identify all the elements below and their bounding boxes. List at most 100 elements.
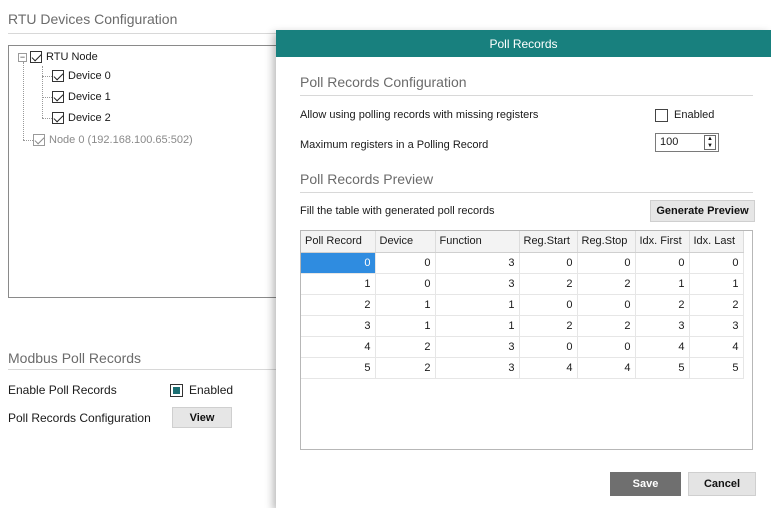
rtu-node-checkbox[interactable] [30, 51, 42, 63]
tree-node-label: Device 2 [68, 112, 111, 124]
tree-node-node-0[interactable]: Node 0 (192.168.100.65:502) [33, 132, 193, 148]
tree-node-label: Node 0 (192.168.100.65:502) [49, 134, 193, 146]
table-cell[interactable]: 0 [577, 336, 636, 358]
table-cell[interactable]: 2 [577, 273, 636, 295]
table-cell[interactable]: 3 [301, 315, 376, 337]
column-header[interactable]: Device [375, 231, 436, 253]
dialog-title-bar[interactable]: Poll Records [276, 30, 771, 57]
node-0-checkbox[interactable] [33, 134, 45, 146]
table-cell[interactable]: 0 [519, 294, 578, 316]
poll-records-config-label: Poll Records Configuration [8, 411, 151, 425]
table-cell[interactable]: 0 [301, 252, 376, 274]
table-cell[interactable]: 0 [689, 252, 744, 274]
enable-poll-records-checkbox-label[interactable]: Enabled [189, 383, 233, 397]
table-cell[interactable]: 1 [435, 294, 520, 316]
tree-connector [23, 140, 33, 141]
table-cell[interactable]: 4 [635, 336, 690, 358]
table-cell[interactable]: 5 [301, 357, 376, 379]
tree-node-rtu[interactable]: − RTU Node [18, 49, 98, 65]
stepper-down-icon[interactable]: ▼ [705, 143, 715, 150]
device-0-checkbox[interactable] [52, 70, 64, 82]
table-cell[interactable]: 1 [375, 315, 436, 337]
table-cell[interactable]: 2 [577, 315, 636, 337]
table-cell[interactable]: 5 [689, 357, 744, 379]
table-cell[interactable]: 1 [635, 273, 690, 295]
stepper-up-icon[interactable]: ▲ [705, 136, 715, 143]
max-registers-stepper[interactable]: 100 ▲ ▼ [655, 133, 719, 152]
table-cell[interactable]: 0 [375, 273, 436, 295]
table-row[interactable]: 1 0 3 2 2 1 1 [301, 273, 744, 295]
table-cell[interactable]: 1 [301, 273, 376, 295]
tree-connector [42, 118, 52, 119]
table-cell[interactable]: 0 [375, 252, 436, 274]
enable-poll-records-checkbox[interactable] [170, 384, 183, 397]
table-cell[interactable]: 2 [519, 315, 578, 337]
dialog-title: Poll Records [489, 36, 558, 51]
table-header-row: Poll Record Device Function Reg.Start Re… [301, 231, 744, 253]
table-cell[interactable]: 4 [301, 336, 376, 358]
table-cell[interactable]: 2 [635, 294, 690, 316]
column-header[interactable]: Poll Record [301, 231, 376, 253]
tree-node-device-0[interactable]: Device 0 [52, 68, 111, 84]
tree-connector [42, 66, 43, 118]
table-cell[interactable]: 2 [519, 273, 578, 295]
poll-records-dialog: Poll Records Poll Records Configuration … [276, 30, 771, 508]
table-cell[interactable]: 1 [375, 294, 436, 316]
table-row[interactable]: 5 2 3 4 4 5 5 [301, 357, 744, 379]
tree-connector [42, 97, 52, 98]
table-row[interactable]: 3 1 1 2 2 3 3 [301, 315, 744, 337]
device-2-checkbox[interactable] [52, 112, 64, 124]
collapse-icon[interactable]: − [18, 52, 27, 62]
column-header[interactable]: Idx. Last [689, 231, 744, 253]
table-row[interactable]: 4 2 3 0 0 4 4 [301, 336, 744, 358]
max-registers-value[interactable]: 100 [660, 136, 678, 148]
table-cell[interactable]: 0 [519, 252, 578, 274]
table-cell[interactable]: 4 [577, 357, 636, 379]
table-cell[interactable]: 1 [689, 273, 744, 295]
tree-node-label: Device 0 [68, 70, 111, 82]
fill-table-label: Fill the table with generated poll recor… [300, 205, 495, 217]
tree-node-device-2[interactable]: Device 2 [52, 110, 111, 126]
table-cell[interactable]: 2 [301, 294, 376, 316]
checkbox-fill [173, 387, 180, 394]
allow-missing-label: Allow using polling records with missing… [300, 109, 539, 121]
table-cell[interactable]: 0 [635, 252, 690, 274]
table-cell[interactable]: 4 [689, 336, 744, 358]
table-cell[interactable]: 2 [375, 357, 436, 379]
cancel-button[interactable]: Cancel [688, 472, 756, 496]
table-cell[interactable]: 3 [435, 336, 520, 358]
table-cell[interactable]: 0 [577, 294, 636, 316]
table-cell[interactable]: 0 [519, 336, 578, 358]
generate-preview-button[interactable]: Generate Preview [650, 200, 755, 222]
table-row[interactable]: 2 1 1 0 0 2 2 [301, 294, 744, 316]
column-header[interactable]: Reg.Stop [577, 231, 636, 253]
table-cell[interactable]: 4 [519, 357, 578, 379]
table-cell[interactable]: 3 [435, 273, 520, 295]
device-1-checkbox[interactable] [52, 91, 64, 103]
table-cell[interactable]: 3 [435, 252, 520, 274]
poll-records-table[interactable]: Poll Record Device Function Reg.Start Re… [300, 230, 753, 450]
table-cell[interactable]: 0 [577, 252, 636, 274]
stepper-buttons[interactable]: ▲ ▼ [704, 135, 716, 150]
save-button[interactable]: Save [610, 472, 681, 496]
column-header[interactable]: Reg.Start [519, 231, 578, 253]
allow-missing-checkbox[interactable] [655, 109, 668, 122]
rtu-section-rule [8, 33, 276, 34]
max-registers-label: Maximum registers in a Polling Record [300, 139, 489, 151]
table-cell[interactable]: 3 [435, 357, 520, 379]
table-cell[interactable]: 5 [635, 357, 690, 379]
allow-missing-checkbox-label[interactable]: Enabled [674, 109, 714, 121]
table-cell[interactable]: 3 [689, 315, 744, 337]
table-cell[interactable]: 2 [375, 336, 436, 358]
enable-poll-records-label: Enable Poll Records [8, 383, 117, 397]
tree-node-device-1[interactable]: Device 1 [52, 89, 111, 105]
column-header[interactable]: Idx. First [635, 231, 690, 253]
rtu-section-title: RTU Devices Configuration [8, 11, 178, 27]
table-cell[interactable]: 3 [635, 315, 690, 337]
table-cell[interactable]: 2 [689, 294, 744, 316]
view-button[interactable]: View [172, 407, 232, 428]
table-row[interactable]: 0 0 3 0 0 0 0 [301, 252, 744, 274]
column-header[interactable]: Function [435, 231, 520, 253]
rtu-devices-tree[interactable]: − RTU Node Device 0 Device 1 Device 2 No… [8, 45, 277, 298]
table-cell[interactable]: 1 [435, 315, 520, 337]
